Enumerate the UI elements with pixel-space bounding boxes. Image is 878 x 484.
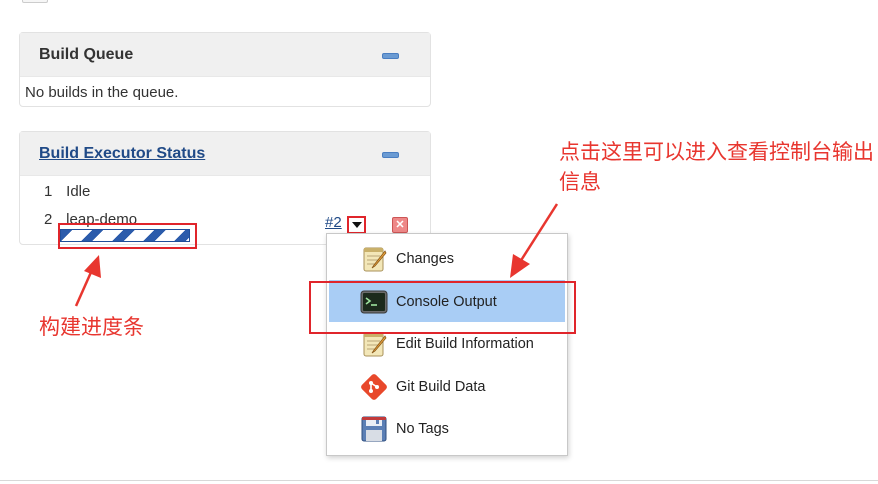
footer-divider [0,480,878,481]
arrow-to-console-output [510,203,559,278]
arrow-to-progress-bar [74,255,101,307]
annotation-arrows [74,203,559,307]
